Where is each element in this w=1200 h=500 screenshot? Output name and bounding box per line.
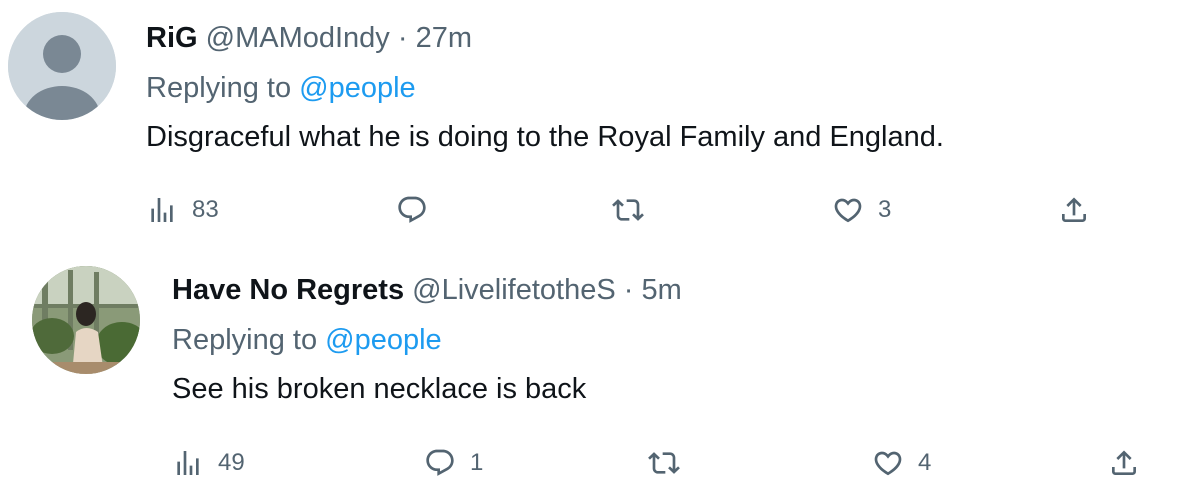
display-name[interactable]: RiG — [146, 22, 198, 54]
display-name[interactable]: Have No Regrets — [172, 274, 404, 306]
replying-to: Replying to @people — [172, 322, 442, 358]
replying-label: Replying to — [146, 72, 292, 104]
avatar[interactable] — [32, 266, 140, 374]
heart-icon — [834, 198, 862, 223]
tweet-text: Disgraceful what he is doing to the Roya… — [146, 121, 944, 153]
reply-icon — [398, 196, 426, 223]
reply-button[interactable]: 1 — [424, 443, 483, 483]
separator: · — [623, 274, 634, 306]
share-button[interactable] — [1058, 190, 1090, 230]
tweet-header: RiG @MAModIndy · 27m — [146, 20, 472, 56]
timestamp[interactable]: 27m — [416, 22, 472, 54]
tweet[interactable]: Have No Regrets @LivelifetotheS · 5m Rep… — [0, 250, 1200, 500]
user-handle[interactable]: @MAModIndy — [206, 22, 390, 54]
retweet-icon — [612, 199, 644, 221]
analytics-icon — [177, 451, 199, 475]
separator: · — [397, 22, 408, 54]
like-button[interactable]: 3 — [832, 190, 891, 230]
action-bar: 83 3 — [146, 190, 1086, 230]
like-button[interactable]: 4 — [872, 443, 931, 483]
reply-count: 1 — [470, 449, 484, 476]
profile-photo — [32, 266, 140, 374]
share-button[interactable] — [1108, 443, 1140, 483]
replying-to: Replying to @people — [146, 70, 416, 106]
like-count: 4 — [918, 449, 932, 476]
timestamp[interactable]: 5m — [642, 274, 682, 306]
action-bar: 49 1 4 — [172, 443, 1142, 483]
user-handle[interactable]: @LivelifetotheS — [412, 274, 616, 306]
mention-link[interactable]: @people — [325, 324, 442, 356]
views-button[interactable]: 83 — [146, 190, 219, 230]
avatar[interactable] — [8, 12, 116, 120]
retweet-button[interactable] — [648, 443, 694, 483]
mention-link[interactable]: @people — [299, 72, 416, 104]
retweet-icon — [648, 452, 680, 474]
analytics-icon — [151, 198, 173, 222]
views-count: 83 — [192, 196, 219, 223]
tweet[interactable]: RiG @MAModIndy · 27m Replying to @people… — [0, 0, 1200, 250]
default-profile-icon — [8, 12, 116, 120]
like-count: 3 — [878, 196, 892, 223]
heart-icon — [874, 451, 902, 476]
tweet-text: See his broken necklace is back — [172, 373, 587, 405]
share-icon — [1062, 197, 1086, 222]
reply-button[interactable] — [396, 190, 442, 230]
views-button[interactable]: 49 — [172, 443, 245, 483]
share-icon — [1112, 450, 1136, 475]
replying-label: Replying to — [172, 324, 318, 356]
tweet-header: Have No Regrets @LivelifetotheS · 5m — [172, 272, 682, 308]
retweet-button[interactable] — [612, 190, 658, 230]
views-count: 49 — [218, 449, 245, 476]
reply-icon — [426, 449, 454, 476]
